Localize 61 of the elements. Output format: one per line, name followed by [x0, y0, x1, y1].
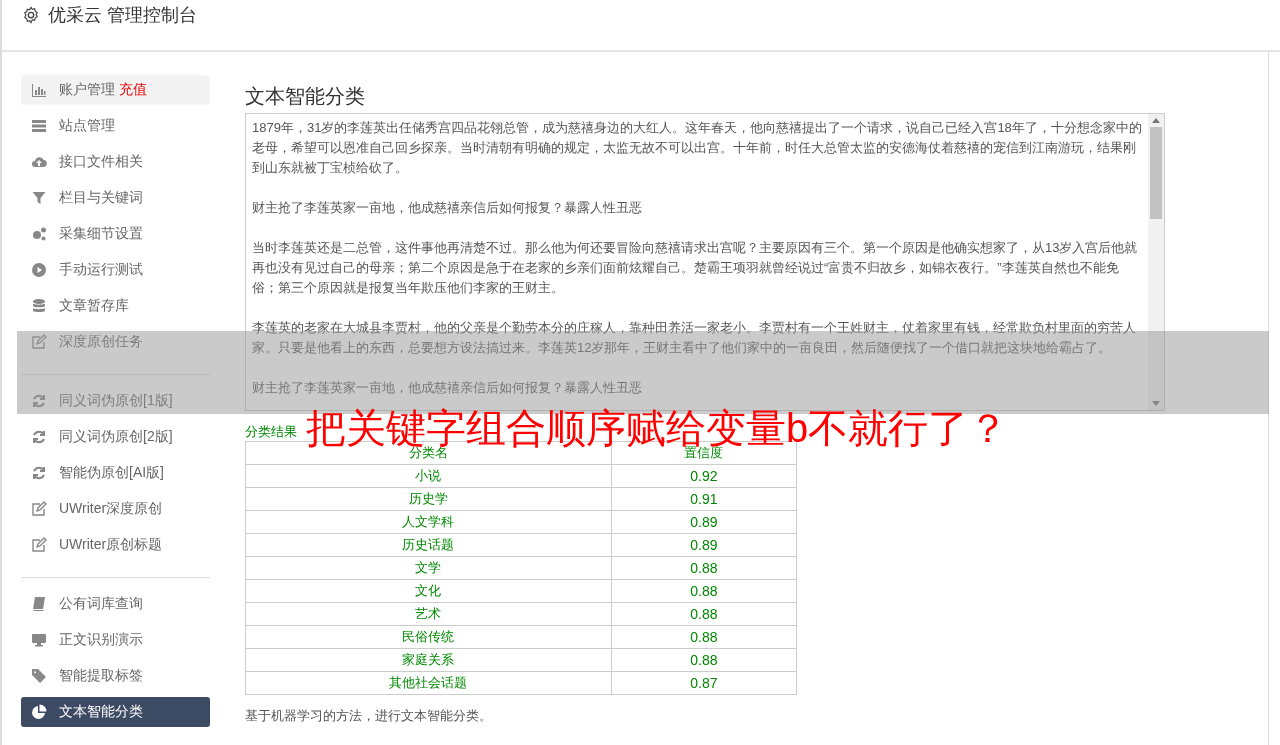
table-cell: 0.88: [611, 625, 797, 649]
table-cell: 0.88: [611, 602, 797, 626]
sidebar-item[interactable]: 正文识别演示: [21, 625, 210, 655]
table-cell: 民俗传统: [245, 625, 612, 649]
server-icon: [31, 118, 47, 134]
down-arrow-icon[interactable]: [1152, 401, 1160, 406]
result-label: 分类结果: [245, 424, 297, 439]
edit-icon: [31, 501, 47, 517]
table-cell: 历史话题: [245, 533, 612, 557]
recharge-link[interactable]: 充值: [119, 81, 147, 99]
table-cell: 0.89: [611, 510, 797, 534]
monitor-icon: [31, 632, 47, 648]
table-cell: 0.88: [611, 579, 797, 603]
sidebar-item[interactable]: 同义词伪原创[2版]: [21, 422, 210, 452]
play-icon: [31, 262, 47, 278]
db-icon: [31, 298, 47, 314]
table-cell: 0.92: [611, 464, 797, 488]
description-text: 基于机器学习的方法，进行文本智能分类。: [245, 707, 493, 725]
sidebar-item[interactable]: 智能提取标签: [21, 661, 210, 691]
table-cell: 人文学科: [245, 510, 612, 534]
table-cell: 0.87: [611, 671, 797, 695]
scrollbar-thumb[interactable]: [1150, 127, 1162, 219]
table-cell: 0.91: [611, 487, 797, 511]
refresh-icon: [31, 465, 47, 481]
sidebar-item[interactable]: 栏目与关键词: [21, 183, 210, 213]
pie-icon: [31, 704, 47, 720]
up-arrow-icon[interactable]: [1152, 118, 1160, 123]
sidebar-item[interactable]: 接口文件相关: [21, 147, 210, 177]
scrollbar[interactable]: [1148, 114, 1164, 410]
table-cell: 历史学: [245, 487, 612, 511]
table-cell: 0.89: [611, 533, 797, 557]
settings-icon: [22, 6, 40, 24]
book-icon: [31, 596, 47, 612]
sidebar-item[interactable]: 智能伪原创[AI版]: [21, 458, 210, 488]
sidebar-item[interactable]: UWriter原创标题: [21, 530, 210, 560]
table-cell: 其他社会话题: [245, 671, 612, 695]
sidebar-item[interactable]: 文本智能分类: [21, 697, 210, 727]
table-cell: 艺术: [245, 602, 612, 626]
refresh-icon: [31, 393, 47, 409]
table-cell: 小说: [245, 464, 612, 488]
window-title: 优采云 管理控制台: [48, 4, 197, 26]
chart-icon: [31, 82, 47, 98]
sidebar-item[interactable]: UWriter深度原创: [21, 494, 210, 524]
sidebar-item[interactable]: 手动运行测试: [21, 255, 210, 285]
cloud-icon: [31, 154, 47, 170]
edit-icon: [31, 334, 47, 350]
table-cell: 文学: [245, 556, 612, 580]
sidebar-item[interactable]: 站点管理: [21, 111, 210, 141]
filter-icon: [31, 190, 47, 206]
edit-icon: [31, 537, 47, 553]
sidebar-item[interactable]: 文章暂存库: [21, 291, 210, 321]
sidebar-item[interactable]: 公有词库查询: [21, 589, 210, 619]
sidebar-item[interactable]: 采集细节设置: [21, 219, 210, 249]
table-cell: 文化: [245, 579, 612, 603]
table-cell: 0.88: [611, 556, 797, 580]
refresh-icon: [31, 429, 47, 445]
table-cell: 0.88: [611, 648, 797, 672]
sidebar-item[interactable]: 账户管理 充值: [21, 75, 210, 105]
table-cell: 家庭关系: [245, 648, 612, 672]
page-title: 文本智能分类: [245, 84, 366, 109]
tag-icon: [31, 668, 47, 684]
